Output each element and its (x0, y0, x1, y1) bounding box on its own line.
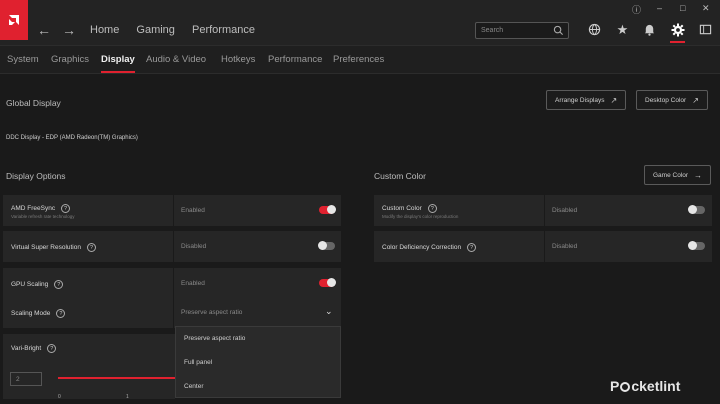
forward-arrow-icon[interactable]: → (61, 22, 77, 38)
chevron-down-icon[interactable]: ⌄ (325, 306, 333, 317)
setting-label: Color Deficiency Correction? (382, 243, 477, 252)
help-icon[interactable]: ? (86, 243, 96, 252)
setting-value: Enabled (181, 280, 205, 287)
back-arrow-icon[interactable]: ← (36, 22, 52, 38)
scaling-mode-row: Scaling Mode? Preserve aspect ratio ⌄ (3, 297, 341, 329)
display-device-name: DDC Display - EDP (AMD Radeon(TM) Graphi… (6, 135, 138, 141)
watermark-o-icon (620, 382, 631, 392)
scaling-mode-select[interactable]: Preserve aspect ratio (181, 309, 242, 316)
setting-description: Modify the display's color reproduction (382, 214, 459, 219)
help-icon[interactable]: ? (54, 280, 64, 289)
amd-logo-icon (0, 0, 28, 40)
search-icon (553, 25, 564, 36)
minimize-icon[interactable]: – (657, 3, 662, 13)
setting-value: Disabled (552, 243, 578, 250)
arrange-displays-label: Arrange Displays (555, 96, 605, 104)
vsr-toggle[interactable] (318, 241, 335, 250)
settings-tabs: System Graphics Display Audio & Video Ho… (0, 46, 720, 74)
gear-active-indicator (670, 41, 685, 43)
desktop-color-button[interactable]: Desktop Color ↗ (636, 90, 708, 110)
freesync-row: AMD FreeSync? Variable refresh rate tech… (3, 195, 341, 227)
arrow-right-icon: → (694, 170, 703, 180)
tab-graphics[interactable]: Graphics (51, 54, 89, 65)
vari-bright-slider[interactable] (58, 377, 175, 379)
close-icon[interactable]: ✕ (702, 3, 710, 14)
help-icon[interactable]: ? (61, 204, 71, 213)
help-icon[interactable]: ⓘ (632, 3, 641, 16)
help-icon[interactable]: ? (427, 204, 437, 213)
tab-performance[interactable]: Performance (268, 54, 322, 65)
display-options-title: Display Options (6, 171, 66, 181)
freesync-toggle[interactable] (319, 205, 336, 214)
dropdown-option-center[interactable]: Center (176, 375, 340, 399)
setting-label: Virtual Super Resolution? (11, 243, 96, 252)
top-nav: Home Gaming Performance (90, 24, 269, 36)
desktop-color-label: Desktop Color (645, 96, 687, 104)
maximize-icon[interactable]: □ (680, 3, 685, 13)
help-icon[interactable]: ? (56, 309, 66, 318)
setting-label: Scaling Mode? (11, 309, 66, 318)
help-icon[interactable]: ? (47, 344, 57, 353)
pocketlint-watermark: Pcketlint (610, 378, 681, 394)
star-icon[interactable]: ★ (615, 22, 630, 37)
slider-tick-label: 0 (58, 394, 61, 400)
setting-label: AMD FreeSync? (11, 204, 71, 213)
setting-description: Variable refresh rate technology (11, 214, 75, 219)
external-arrow-icon: ↗ (610, 95, 618, 105)
tab-system[interactable]: System (7, 54, 39, 65)
vsr-row: Virtual Super Resolution? Disabled (3, 231, 341, 263)
arrange-displays-button[interactable]: Arrange Displays ↗ (546, 90, 627, 110)
setting-label: Vari-Bright? (11, 344, 57, 353)
nav-home[interactable]: Home (90, 24, 119, 36)
tab-display[interactable]: Display (101, 54, 135, 73)
tab-hotkeys[interactable]: Hotkeys (221, 54, 255, 65)
nav-gaming[interactable]: Gaming (136, 24, 175, 36)
tab-audio-video[interactable]: Audio & Video (146, 54, 206, 65)
game-color-button[interactable]: Game Color → (644, 165, 712, 185)
search-input[interactable]: Search (475, 22, 569, 39)
vari-bright-value-input[interactable]: 2 (10, 372, 42, 386)
gpu-scaling-toggle[interactable] (319, 278, 336, 287)
help-icon[interactable]: ? (467, 243, 477, 252)
nav-performance[interactable]: Performance (192, 24, 255, 36)
search-placeholder: Search (481, 27, 504, 34)
tab-preferences[interactable]: Preferences (333, 54, 384, 65)
sidebar-panel-icon[interactable] (698, 22, 713, 37)
external-arrow-icon: ↗ (692, 95, 699, 105)
title-bar: ← → Home Gaming Performance ⓘ – □ ✕ Sear… (0, 0, 720, 46)
dropdown-option-full-panel[interactable]: Full panel (176, 351, 340, 375)
color-deficiency-row: Color Deficiency Correction? Disabled (374, 231, 712, 263)
gpu-scaling-row: GPU Scaling? Enabled (3, 268, 341, 300)
setting-label: GPU Scaling? (11, 280, 64, 289)
dropdown-option-preserve[interactable]: Preserve aspect ratio (176, 327, 340, 351)
color-deficiency-toggle[interactable] (688, 241, 705, 250)
bell-icon[interactable] (642, 22, 657, 37)
globe-icon[interactable] (587, 22, 602, 37)
custom-color-toggle[interactable] (688, 205, 705, 214)
custom-color-title: Custom Color (374, 171, 426, 181)
scaling-mode-dropdown: Preserve aspect ratio Full panel Center (175, 326, 341, 398)
global-display-title: Global Display (6, 98, 61, 108)
custom-color-row: Custom Color? Modify the display's color… (374, 195, 712, 227)
setting-value: Enabled (181, 207, 205, 214)
gear-icon[interactable] (670, 22, 685, 37)
slider-tick-label: 1 (126, 394, 129, 400)
game-color-label: Game Color (653, 171, 689, 179)
vari-bright-row: Vari-Bright? (3, 334, 175, 400)
setting-value: Disabled (552, 207, 578, 214)
setting-value: Disabled (181, 243, 207, 250)
setting-label: Custom Color? (382, 204, 437, 213)
